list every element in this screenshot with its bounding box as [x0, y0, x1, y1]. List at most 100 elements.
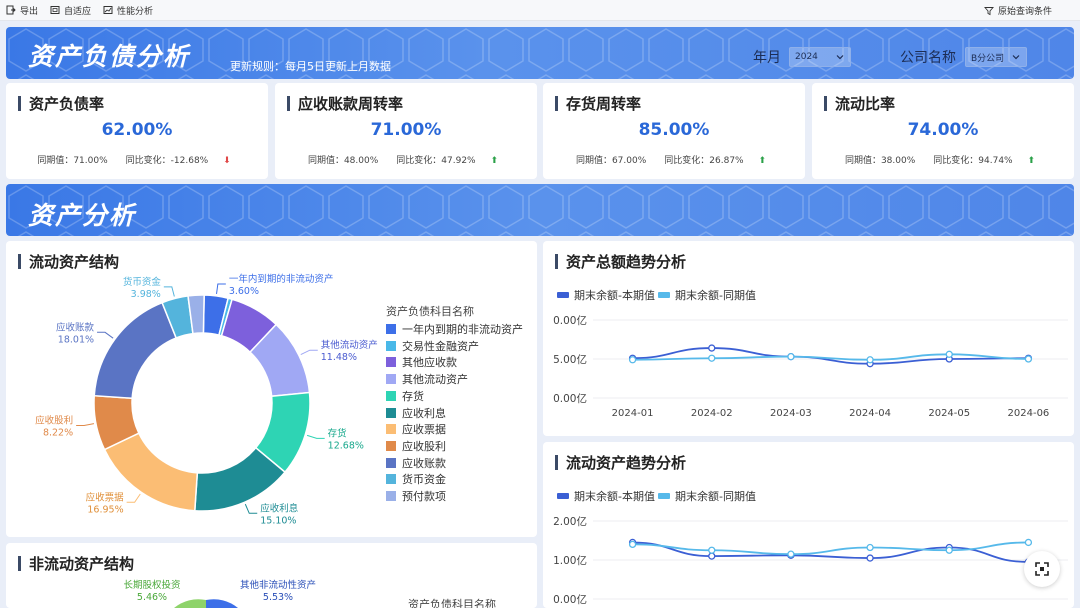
legend-label: 存货 [402, 389, 424, 403]
year-value: 2024 [795, 52, 818, 62]
legend-item[interactable]: 应收股利 [386, 438, 446, 454]
y-tick-label: 0.00亿 [553, 314, 587, 327]
legend-item[interactable]: 存货 [386, 388, 424, 404]
adaptive-button[interactable]: 自适应 [44, 0, 97, 21]
noncurrent-label-pct: 5.46% [137, 592, 167, 603]
series-point[interactable] [708, 344, 716, 352]
current-assets-trend-panel: 流动资产趋势分析 期末余额-本期值 期末余额-同期值 2.00亿 1.00亿 0.0… [543, 442, 1074, 608]
y-tick-label: 0.00亿 [553, 392, 587, 405]
series-point[interactable] [945, 546, 953, 554]
legend-swatch [386, 407, 396, 418]
series-point[interactable] [945, 350, 953, 358]
arrow-up-icon: ⬆ [490, 156, 499, 166]
donut-label-pct: 12.68% [328, 440, 364, 451]
company-label: 公司名称 [900, 50, 956, 66]
noncurrent-assets-panel: 非流动资产结构 长期股权投资 5.46% 其他非流动性资产 5.53% 资产负债… [6, 543, 537, 608]
legend-swatch [386, 491, 396, 501]
query-conditions-button[interactable]: 原始查询条件 [978, 0, 1058, 21]
series-point[interactable] [866, 356, 874, 364]
legend-item[interactable]: 应收票据 [386, 421, 446, 437]
y-tick-label: 5.00亿 [553, 353, 587, 366]
arrow-down-icon: ⬇ [223, 156, 231, 166]
kpi-card-debt-ratio: 资产负债率 62.00% 同期值：71.00% 同比变化：-12.68% ⬇ [6, 83, 268, 179]
y-tick-label: 0.00亿 [553, 593, 587, 606]
legend-swatch [386, 374, 396, 385]
title-bar [824, 96, 827, 111]
kpi-card-current-ratio: 流动比率 74.00% 同期值：38.00% 同比变化：94.74% ⬆ [812, 83, 1074, 179]
kpi-prev: 同期值：71.00% [37, 156, 108, 166]
series-point[interactable] [1024, 355, 1033, 363]
legend-label: 交易性金融资产 [402, 339, 479, 353]
x-tick-label: 2024-04 [849, 408, 891, 419]
legend-item[interactable]: 其他应收款 [386, 354, 457, 370]
series-point[interactable] [866, 543, 874, 552]
section-title: 资产分析 [28, 201, 137, 230]
kpi-change: 同比变化：94.74% ⬆ [927, 156, 1041, 166]
kpi-title-wrap: 应收账款周转率 [287, 93, 403, 114]
legend-item[interactable]: 其他流动资产 [386, 371, 468, 387]
query-label: 原始查询条件 [997, 7, 1052, 17]
update-rule: 更新规则：每月5日更新上月数据 [230, 60, 391, 73]
fullscreen-button[interactable] [1024, 551, 1060, 587]
noncurrent-label-name: 长期股权投资 [123, 579, 181, 591]
legend-swatch [386, 390, 396, 401]
x-tick-label: 2024-03 [770, 408, 812, 419]
legend-swatch [386, 357, 396, 368]
series-point[interactable] [787, 353, 795, 361]
y-tick-label: 1.00亿 [553, 554, 587, 567]
legend-item[interactable]: 应收账款 [386, 455, 446, 471]
kpi-prev: 同期值：48.00% [307, 156, 379, 166]
kpi-title-wrap: 存货周转率 [555, 93, 641, 114]
total-assets-trend-panel: 资产总额趋势分析 期末余额-本期值 期末余额-同期值 0.00亿 5.00亿 0.0… [543, 241, 1074, 436]
series-point[interactable] [628, 540, 637, 549]
hex-pattern [6, 184, 1074, 236]
kpi-change: 同比变化：26.87% ⬆ [658, 156, 772, 166]
year-select[interactable]: 2024 [789, 47, 851, 67]
header-banner: 资产负债分析 更新规则：每月5日更新上月数据 年月 2024 公司名称 B分公司 [6, 27, 1074, 79]
series-point[interactable] [708, 552, 716, 560]
donut-label-name: 货币资金 [123, 276, 162, 288]
legend-item[interactable]: 应收利息 [386, 405, 446, 421]
legend-item[interactable]: 预付款项 [386, 488, 446, 504]
legend-label: 应收股利 [402, 439, 446, 453]
donut-label-pct: 15.10% [260, 515, 296, 526]
series-point[interactable] [708, 354, 716, 362]
donut-label-pct: 3.60% [229, 286, 259, 297]
export-icon [6, 5, 16, 15]
legend-item[interactable]: 一年内到期的非流动资产 [386, 321, 523, 337]
legend-item[interactable]: 货币资金 [386, 471, 446, 487]
year-label: 年月 [753, 50, 781, 66]
donut-label-pct: 3.98% [131, 289, 161, 300]
kpi-sub: 同期值：38.00% 同比变化：94.74% ⬆ [812, 153, 1074, 166]
legend-label: 预付款项 [402, 490, 446, 503]
legend-title: 资产负债科目名称 [408, 598, 496, 608]
legend-label: 货币资金 [402, 473, 446, 487]
noncurrent-label-pct: 5.53% [263, 592, 293, 603]
company-select[interactable]: B分公司 [965, 47, 1027, 67]
kpi-sub: 同期值：48.00% 同比变化：47.92% ⬆ [275, 153, 537, 166]
kpi-sub: 同期值：67.00% 同比变化：26.87% ⬆ [543, 153, 805, 166]
legend-label: 一年内到期的非流动资产 [402, 323, 523, 336]
current-assets-donut-chart: 一年内到期的非流动资产3.60% 其他流动资产11.48% 存货12.68% 应收利息… [35, 273, 378, 526]
kpi-value: 71.00% [370, 120, 442, 140]
legend-title: 资产负债科目名称 [386, 305, 474, 318]
kpi-change-text: 同比变化：-12.68% [125, 156, 209, 166]
legend-item[interactable]: 交易性金融资产 [386, 338, 479, 354]
donut-slice[interactable] [93, 301, 178, 400]
series-point[interactable] [787, 550, 795, 558]
donut-label-leader [216, 283, 226, 295]
perf-button[interactable]: 性能分析 [97, 0, 159, 21]
donut-label-name: 存货 [328, 427, 347, 439]
kpi-card-ar-turnover: 应收账款周转率 71.00% 同期值：48.00% 同比变化：47.92% ⬆ [275, 83, 537, 179]
legend-label: 应收利息 [402, 406, 446, 420]
kpi-change-text: 同比变化：94.74% [933, 156, 1013, 166]
series-point[interactable] [628, 356, 637, 364]
series-point[interactable] [708, 546, 716, 554]
title-bar [555, 96, 558, 111]
export-label: 导出 [20, 6, 39, 17]
title-bar [287, 96, 290, 111]
donut-label-name: 应收账款 [56, 321, 95, 333]
series-point[interactable] [866, 554, 874, 562]
series-point[interactable] [1024, 538, 1033, 547]
export-button[interactable]: 导出 [0, 0, 44, 21]
